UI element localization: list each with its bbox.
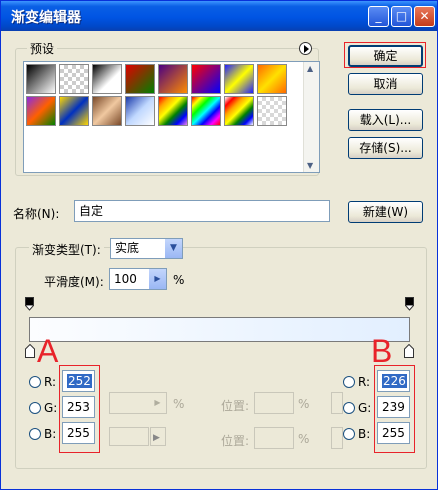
right-b-radio[interactable]: [343, 428, 355, 440]
preset-swatch[interactable]: [125, 96, 155, 126]
preset-swatch[interactable]: [92, 96, 122, 126]
preset-swatch[interactable]: [191, 96, 221, 126]
scroll-up-icon[interactable]: ▲: [307, 64, 313, 73]
left-g-label: G:: [44, 401, 58, 415]
color-position-unit: %: [298, 432, 310, 446]
window-title: 渐变编辑器: [11, 10, 81, 26]
left-r-label: R:: [44, 375, 57, 389]
title-bar[interactable]: 渐变编辑器 _ □ ✕: [1, 1, 437, 31]
preset-swatch[interactable]: [92, 64, 122, 94]
chevron-right-icon[interactable]: ▶: [149, 269, 166, 289]
left-b-field[interactable]: 255: [62, 422, 95, 444]
right-b-label: B:: [358, 427, 371, 441]
presets-legend: 预设: [27, 40, 58, 57]
right-g-label: G:: [358, 401, 372, 415]
annotation-a: A: [37, 333, 59, 369]
opacity-stop-left[interactable]: [25, 297, 34, 314]
left-b-radio[interactable]: [29, 428, 41, 440]
cancel-button[interactable]: 取消: [348, 73, 423, 95]
gradient-type-value: 实底: [115, 241, 140, 255]
preset-swatch-panel: ▲ ▼: [23, 61, 320, 173]
maximize-button[interactable]: □: [391, 6, 412, 27]
name-field[interactable]: 自定: [74, 200, 330, 222]
color-position-field: [254, 427, 294, 449]
color-stop-left[interactable]: [25, 343, 35, 361]
left-r-field[interactable]: 252: [62, 370, 95, 392]
preset-swatch[interactable]: [26, 96, 56, 126]
color-position-label: 位置:: [221, 434, 250, 448]
name-label: 名称(N):: [13, 207, 60, 221]
scroll-down-icon[interactable]: ▼: [307, 161, 313, 170]
opacity-delete-button-disabled: [331, 392, 343, 414]
smoothness-unit: %: [173, 273, 185, 287]
left-r-radio[interactable]: [29, 376, 41, 388]
opacity-position-label: 位置:: [221, 399, 250, 413]
close-button[interactable]: ✕: [414, 6, 435, 27]
color-delete-button-disabled: [331, 427, 343, 449]
opacity-field-disabled: ▶: [109, 392, 167, 414]
opacity-position-unit: %: [298, 397, 310, 411]
left-b-label: B:: [44, 427, 57, 441]
color-swatch-disabled: [109, 427, 149, 446]
right-r-radio[interactable]: [343, 376, 355, 388]
left-r-value: 252: [67, 374, 92, 388]
right-r-value: 226: [382, 374, 407, 388]
left-g-field[interactable]: 253: [62, 396, 95, 418]
preset-swatch[interactable]: [158, 64, 188, 94]
opacity-unit: %: [173, 397, 185, 411]
preset-swatch[interactable]: [224, 96, 254, 126]
new-button[interactable]: 新建(W): [348, 201, 423, 223]
preset-swatch[interactable]: [224, 64, 254, 94]
right-g-field[interactable]: 239: [377, 396, 410, 418]
chevron-down-icon[interactable]: ▼: [165, 239, 182, 258]
preset-swatch[interactable]: [158, 96, 188, 126]
minimize-button[interactable]: _: [368, 6, 389, 27]
chevron-right-icon: ▶: [150, 427, 166, 446]
smoothness-value: 100: [114, 272, 137, 286]
gradient-editor-window: 渐变编辑器 _ □ ✕ 预设 ▲ ▼ 确定 取消 载入(L)... 存储(S).…: [0, 0, 438, 490]
preset-swatch[interactable]: [257, 64, 287, 94]
right-b-field[interactable]: 255: [377, 422, 410, 444]
right-g-radio[interactable]: [343, 402, 355, 414]
right-r-label: R:: [358, 375, 371, 389]
load-button[interactable]: 载入(L)...: [348, 109, 423, 131]
smoothness-label: 平滑度(M):: [44, 275, 104, 289]
preset-swatch[interactable]: [26, 64, 56, 94]
smoothness-field[interactable]: 100 ▶: [109, 268, 167, 290]
opacity-stop-right[interactable]: [405, 297, 414, 314]
preset-swatch[interactable]: [125, 64, 155, 94]
gradient-type-label: 渐变类型(T):: [29, 241, 104, 258]
circle-arrow-icon[interactable]: [299, 42, 312, 55]
preset-swatch[interactable]: [191, 64, 221, 94]
preset-swatch[interactable]: [59, 96, 89, 126]
gradient-type-select[interactable]: 实底 ▼: [110, 238, 183, 259]
ok-button[interactable]: 确定: [348, 45, 423, 67]
right-r-field[interactable]: 226: [377, 370, 410, 392]
save-button[interactable]: 存储(S)...: [348, 137, 423, 159]
preset-swatch[interactable]: [257, 96, 287, 126]
color-stop-right[interactable]: [404, 343, 414, 361]
opacity-position-field: [254, 392, 294, 414]
preset-scrollbar[interactable]: ▲ ▼: [303, 62, 319, 172]
preset-swatch[interactable]: [59, 64, 89, 94]
gradient-preview-bar[interactable]: [29, 317, 410, 342]
left-g-radio[interactable]: [29, 402, 41, 414]
chevron-right-icon: ▶: [154, 398, 161, 407]
